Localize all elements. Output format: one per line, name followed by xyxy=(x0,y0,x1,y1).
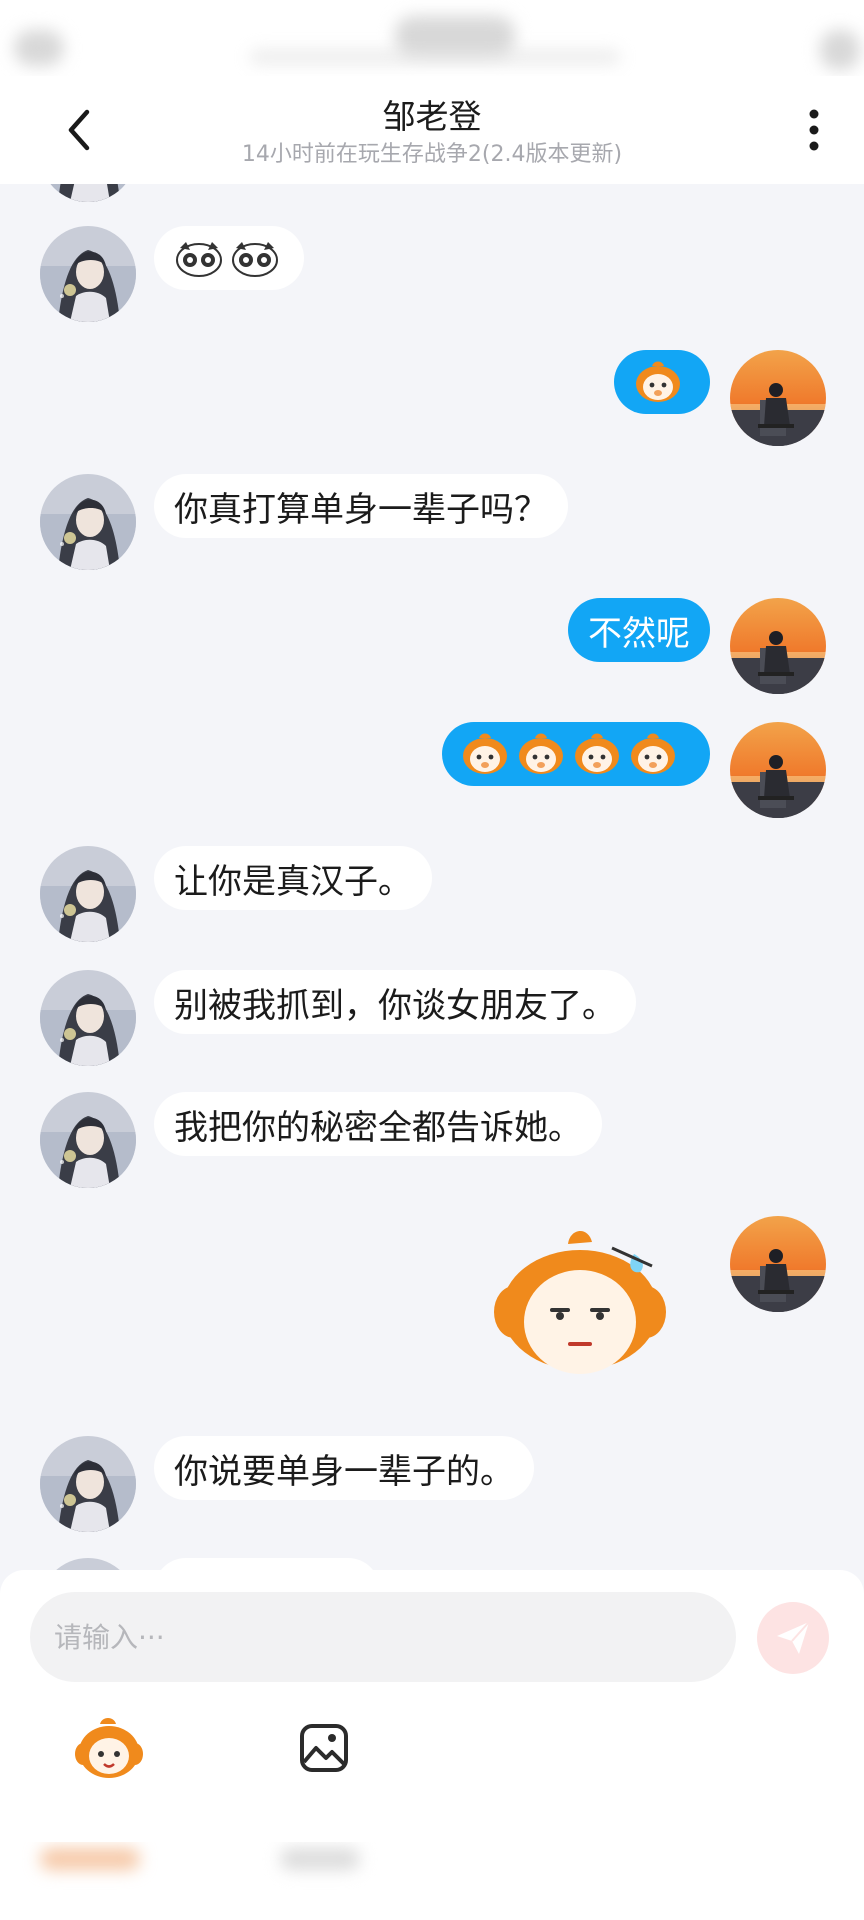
my-avatar[interactable] xyxy=(730,598,826,694)
message-bubble[interactable] xyxy=(154,1558,380,1570)
speechless-mascot-sticker[interactable] xyxy=(484,1224,684,1384)
message-bubble[interactable] xyxy=(614,350,710,414)
orange-mascot-emoji-icon xyxy=(516,732,566,776)
message-bubble[interactable]: 让你是真汉子。 xyxy=(154,846,432,910)
message-bubble[interactable]: 我把你的秘密全都告诉她。 xyxy=(154,1092,602,1156)
message-bubble[interactable]: 你说要单身一辈子的。 xyxy=(154,1436,534,1500)
status-bar xyxy=(0,0,864,76)
avatar[interactable] xyxy=(40,226,136,322)
more-vertical-icon xyxy=(809,109,819,151)
message-bubble[interactable]: 你真打算单身一辈子吗？ xyxy=(154,474,568,538)
more-button[interactable] xyxy=(784,98,844,162)
emoji-icon[interactable] xyxy=(74,1716,144,1782)
avatar[interactable] xyxy=(40,1092,136,1188)
chat-header: 邹老登 14小时前在玩生存战争2(2.4版本更新) xyxy=(0,76,864,184)
orange-mascot-emoji-icon xyxy=(628,732,678,776)
send-button[interactable] xyxy=(757,1602,829,1674)
message-list[interactable]: 你真打算单身一辈子吗？ 不然呢 让你是真汉子。 别被我抓到，你谈女朋友了。 我把… xyxy=(0,184,864,1570)
message-input-container[interactable] xyxy=(30,1592,736,1682)
avatar[interactable] xyxy=(40,1436,136,1532)
image-button[interactable] xyxy=(296,1720,352,1776)
orange-mascot-emoji-icon xyxy=(572,732,622,776)
avatar[interactable] xyxy=(40,970,136,1066)
bottom-blur xyxy=(0,1842,864,1920)
avatar[interactable] xyxy=(40,846,136,942)
composer-panel xyxy=(0,1570,864,1842)
message-bubble[interactable]: 不然呢 xyxy=(568,598,710,662)
avatar[interactable] xyxy=(40,1558,136,1570)
my-avatar[interactable] xyxy=(730,722,826,818)
message-bubble[interactable] xyxy=(442,722,710,786)
my-avatar[interactable] xyxy=(730,1216,826,1312)
message-bubble[interactable]: 别被我抓到，你谈女朋友了。 xyxy=(154,970,636,1034)
orange-mascot-emoji-icon xyxy=(634,360,682,404)
image-icon xyxy=(300,1724,348,1772)
send-icon xyxy=(777,1621,810,1654)
avatar[interactable] xyxy=(40,184,136,202)
message-bubble[interactable] xyxy=(154,226,304,290)
my-avatar[interactable] xyxy=(730,350,826,446)
panda-emoji-icon xyxy=(174,238,224,278)
message-input[interactable] xyxy=(52,1619,736,1655)
avatar[interactable] xyxy=(40,474,136,570)
chat-subtitle: 14小时前在玩生存战争2(2.4版本更新) xyxy=(241,142,623,167)
panda-emoji-icon xyxy=(230,238,280,278)
chat-title: 邹老登 xyxy=(382,97,482,136)
orange-mascot-emoji-icon xyxy=(460,732,510,776)
